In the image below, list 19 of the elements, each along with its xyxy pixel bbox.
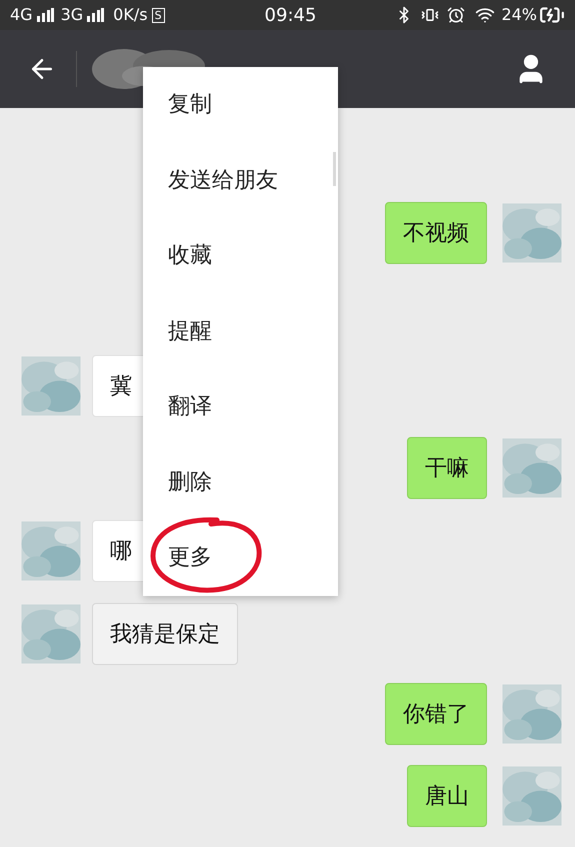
menu-item[interactable]: 删除 <box>143 444 338 520</box>
menu-item[interactable]: 收藏 <box>143 218 338 294</box>
clock: 09:45 <box>264 4 316 28</box>
menu-item[interactable]: 复制 <box>143 67 338 142</box>
vibrate-icon <box>421 6 440 24</box>
message-bubble[interactable]: 不视频 <box>385 202 487 264</box>
message-bubble[interactable]: 你错了 <box>385 683 487 745</box>
message-bubble[interactable]: 唐山 <box>407 765 487 827</box>
network-label: 4G <box>10 4 33 26</box>
speed-label: 0K/s <box>113 4 148 26</box>
message-bubble[interactable]: 干嘛 <box>407 437 487 499</box>
menu-item[interactable]: 发送给朋友 <box>143 142 338 218</box>
battery-label: 24% <box>501 4 537 26</box>
signal-icon <box>36 8 54 22</box>
signal-icon <box>86 8 104 22</box>
message-bubble[interactable]: 我猜是保定 <box>92 603 238 665</box>
alarm-icon <box>447 6 466 24</box>
sim-badge: S <box>152 8 165 22</box>
network-label: 3G <box>60 4 84 26</box>
